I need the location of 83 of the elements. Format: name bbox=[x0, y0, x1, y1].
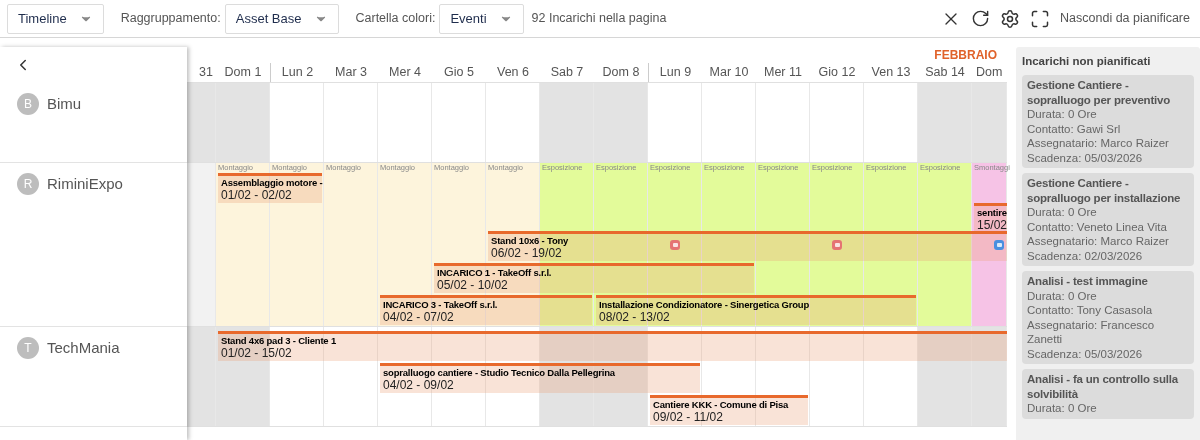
grouping-label: Raggruppamento: bbox=[120, 10, 221, 28]
event-bar[interactable]: Stand 10x6 - Tony 06/02 - 19/02 bbox=[488, 231, 1007, 261]
fullscreen-icon[interactable] bbox=[1030, 8, 1051, 29]
refresh-icon[interactable] bbox=[971, 9, 991, 28]
event-dates: 05/02 - 10/02 bbox=[437, 279, 508, 292]
task-detail: Contatto: Tony Casasola bbox=[1027, 303, 1154, 318]
event-bar[interactable]: INCARICO 3 - TakeOff s.r.l. 04/02 - 07/02 bbox=[380, 295, 592, 325]
event-title: sentire bbox=[977, 206, 1007, 219]
task-title: Gestione Cantiere - sopralluogo per installazione bbox=[1027, 176, 1182, 206]
resource-avatar: B bbox=[17, 93, 39, 115]
day-header: Sab 14 bbox=[925, 64, 965, 82]
event-bar[interactable]: Assemblaggio motore - 01/02 - 02/02 bbox=[218, 173, 322, 203]
day-header: Mar 3 bbox=[335, 64, 367, 82]
task-card[interactable]: Gestione Cantiere - sopralluogo per preventivo Durata: 0 Ore Contatto: Gawi Srl Assegnatario: Marco Raizer Scadenza: 05/03/2026 bbox=[1022, 75, 1194, 169]
task-detail: Durata: 0 Ore bbox=[1027, 205, 1098, 220]
task-detail: Durata: 0 Ore bbox=[1027, 401, 1098, 416]
event-bar[interactable]: Cantiere KKK - Comune di Pisa 09/02 - 11/02 bbox=[650, 395, 808, 425]
event-title: Stand 10x6 - Tony bbox=[491, 234, 569, 247]
task-detail: Assegnatario: Marco Raizer bbox=[1027, 234, 1170, 249]
task-count: 92 Incarichi nella pagina bbox=[531, 10, 667, 28]
event-title: sopralluogo cantiere - Studio Tecnico Dalla Pellegrina bbox=[383, 366, 615, 379]
day-header: Ven 6 bbox=[497, 64, 529, 82]
event-title: Cantiere KKK - Comune di Pisa bbox=[653, 398, 789, 411]
event-dates: 15/02 bbox=[977, 219, 1008, 232]
event-title: Installazione Condizionatore - Sinergetica Group bbox=[599, 298, 809, 311]
task-title: Analisi - test immagine bbox=[1027, 274, 1149, 289]
task-title: Gestione Cantiere - sopralluogo per preventivo bbox=[1027, 78, 1172, 108]
resource-avatar: R bbox=[17, 173, 39, 195]
task-detail: Scadenza: 02/03/2026 bbox=[1027, 248, 1144, 264]
day-header: Lun 9 bbox=[659, 64, 692, 82]
day-header: Mer 4 bbox=[389, 64, 421, 82]
day-header: Sab 7 bbox=[550, 64, 584, 82]
color-label: Cartella colori: bbox=[355, 10, 436, 28]
event-title: Stand 4x6 pad 3 - Cliente 1 bbox=[221, 334, 336, 347]
event-bar[interactable]: sentire 15/02 bbox=[974, 203, 1007, 233]
task-card[interactable]: Analisi - test immagine Durata: 0 Ore Contatto: Tony Casasola Assegnatario: Francesco Zanetti Scadenza: 05/03/2026 bbox=[1022, 271, 1194, 365]
note-icon[interactable] bbox=[994, 240, 1004, 250]
day-header: 31 bbox=[199, 64, 213, 82]
day-header: Mer 11 bbox=[764, 64, 802, 82]
event-dates: 01/02 - 15/02 bbox=[221, 347, 292, 360]
event-title: INCARICO 3 - TakeOff s.r.l. bbox=[383, 298, 498, 311]
view-select[interactable]: Timeline bbox=[7, 3, 104, 34]
task-detail: Scadenza: 05/03/2026 bbox=[1027, 150, 1144, 166]
month-label: FEBBRAIO bbox=[934, 47, 997, 63]
resource-avatar: T bbox=[17, 337, 39, 359]
hide-unscheduled-button[interactable]: Nascondi da pianificare bbox=[1060, 9, 1193, 28]
day-header: Dom bbox=[976, 64, 1003, 82]
task-detail: Contatto: Veneto Linea Vita bbox=[1027, 219, 1168, 235]
day-header: Lun 2 bbox=[281, 64, 314, 82]
task-detail: Assegnatario: Francesco Zanetti bbox=[1027, 317, 1156, 347]
task-detail: Assegnatario: Marco Raizer bbox=[1027, 136, 1170, 151]
event-dates: 09/02 - 11/02 bbox=[653, 411, 723, 424]
resource-name: RiminiExpo bbox=[47, 174, 123, 194]
resource-name: TechMania bbox=[47, 338, 120, 358]
event-dates: 08/02 - 13/02 bbox=[599, 311, 670, 324]
day-header: Dom 8 bbox=[602, 64, 640, 82]
day-header: Gio 5 bbox=[444, 64, 474, 82]
settings-icon[interactable] bbox=[1000, 8, 1021, 29]
event-bar[interactable]: Installazione Condizionatore - Sinergetica Group 08/02 - 13/02 bbox=[596, 295, 916, 325]
grouping-select[interactable]: Asset Base bbox=[224, 3, 339, 34]
event-bar[interactable]: sopralluogo cantiere - Studio Tecnico Dalla Pellegrina 04/02 - 09/02 bbox=[380, 363, 700, 393]
day-header: Dom 1 bbox=[224, 64, 262, 82]
task-detail: Durata: 0 Ore bbox=[1027, 107, 1098, 122]
task-detail: Durata: 0 Ore bbox=[1027, 288, 1098, 304]
color-select[interactable]: Eventi bbox=[439, 3, 524, 34]
task-card[interactable]: Analisi - fa un controllo sulla solvibilità Durata: 0 Ore bbox=[1022, 369, 1194, 419]
task-detail: Contatto: Gawi Srl bbox=[1027, 121, 1122, 137]
event-dates: 04/02 - 07/02 bbox=[383, 311, 454, 324]
resource-name: Bimu bbox=[47, 94, 82, 114]
event-title: Assemblaggio motore - bbox=[221, 176, 323, 189]
event-bar[interactable]: INCARICO 1 - TakeOff s.r.l. 05/02 - 10/02 bbox=[434, 263, 754, 293]
event-dates: 01/02 - 02/02 bbox=[221, 189, 292, 202]
event-title: INCARICO 1 - TakeOff s.r.l. bbox=[437, 266, 552, 279]
task-card[interactable]: Gestione Cantiere - sopralluogo per installazione Durata: 0 Ore Contatto: Veneto Linea Vita Assegnatario: Marco Raizer Scadenza: 02/03/2026 bbox=[1022, 173, 1194, 267]
event-dates: 04/02 - 09/02 bbox=[383, 379, 454, 392]
panel-title: Incarichi non pianificati bbox=[1022, 54, 1152, 69]
day-header: Gio 12 bbox=[818, 64, 856, 82]
event-bar[interactable]: Stand 4x6 pad 3 - Cliente 1 01/02 - 15/02 bbox=[218, 331, 1007, 361]
task-title: Analisi - fa un controllo sulla solvibilità bbox=[1027, 372, 1180, 402]
task-detail: Scadenza: 05/03/2026 bbox=[1027, 346, 1144, 362]
event-dates: 06/02 - 19/02 bbox=[491, 247, 562, 260]
day-header: Mar 10 bbox=[709, 64, 749, 82]
day-header: Ven 13 bbox=[871, 64, 911, 82]
